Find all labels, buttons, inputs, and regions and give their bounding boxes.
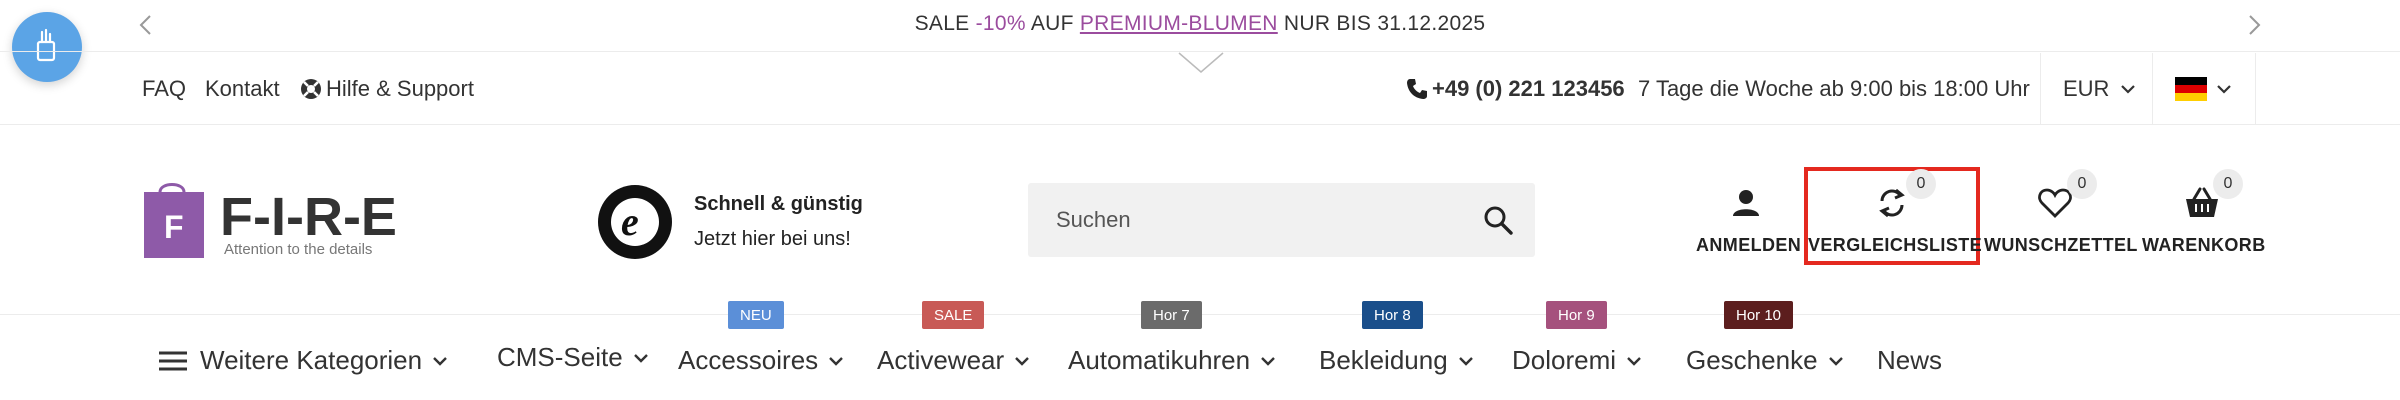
nav-item-accessoires[interactable]: NEU Accessoires: [678, 301, 844, 376]
cart-count-badge: 0: [2213, 169, 2243, 199]
search-button[interactable]: [1483, 205, 1513, 240]
announcement-next-button[interactable]: [2240, 10, 2270, 40]
chevron-down-icon: [1627, 356, 1641, 366]
shop-logo[interactable]: F F-I-R-E Attention to the details: [142, 180, 412, 260]
nav-label: Doloremi: [1512, 345, 1617, 375]
nav-label: Geschenke: [1686, 345, 1818, 375]
wishlist-label: WUNSCHZETTEL: [1984, 235, 2138, 255]
login-label: ANMELDEN: [1696, 235, 1802, 255]
language-select[interactable]: [2175, 77, 2231, 101]
chevron-right-icon: [2249, 15, 2261, 35]
faq-link[interactable]: FAQ: [142, 76, 186, 102]
announcement-text: SALE -10% AUF PREMIUM-BLUMEN NUR BIS 31.…: [0, 12, 2400, 36]
trusted-shops-badge[interactable]: e Schnell & günstig Jetzt hier bei uns!: [598, 185, 863, 259]
divider: [2040, 53, 2041, 125]
hamburger-menu-icon: [159, 351, 187, 370]
nav-label: Accessoires: [678, 345, 819, 375]
nav-item-news[interactable]: News: [1877, 345, 1942, 376]
nav-tag-badge: Hor 8: [1362, 301, 1423, 329]
search-input[interactable]: [1056, 183, 1476, 257]
search-icon: [1484, 206, 1513, 235]
svg-text:F-I-R-E: F-I-R-E: [220, 187, 397, 247]
nav-tag-badge: Hor 7: [1141, 301, 1202, 329]
cart-label: WARENKORB: [2142, 235, 2266, 255]
phone-contact[interactable]: +49 (0) 221 123456: [1406, 76, 1625, 102]
chevron-down-icon: [2121, 85, 2136, 94]
nav-label: Automatikuhren: [1068, 345, 1251, 375]
trusted-shops-title: Schnell & günstig: [694, 193, 863, 215]
contact-link[interactable]: Kontakt: [205, 76, 280, 102]
nav-item-geschenke[interactable]: Hor 10 Geschenke: [1686, 301, 1844, 376]
nav-tag-badge: Hor 10: [1724, 301, 1794, 329]
cart-button[interactable]: 0 WARENKORB: [2142, 169, 2266, 256]
divider: [2152, 53, 2153, 125]
nav-label: CMS-Seite: [497, 342, 623, 372]
chevron-down-icon: [1458, 356, 1473, 366]
announcement-link[interactable]: PREMIUM-BLUMEN: [1080, 12, 1278, 35]
svg-text:Attention to the details: Attention to the details: [224, 241, 372, 258]
help-support-link[interactable]: Hilfe & Support: [300, 76, 474, 102]
nav-label: Bekleidung: [1319, 345, 1448, 375]
wishlist-button[interactable]: 0 WUNSCHZETTEL: [1984, 169, 2138, 256]
compare-label: VERGLEICHSLISTE: [1808, 235, 1983, 255]
more-categories-menu[interactable]: Weitere Kategorien: [158, 345, 448, 376]
announcement-mid: AUF: [1025, 12, 1080, 35]
login-button[interactable]: ANMELDEN: [1696, 183, 1802, 256]
chevron-down-icon: [1261, 356, 1275, 366]
chevron-down-icon: [829, 356, 844, 366]
help-support-label: Hilfe & Support: [326, 76, 474, 101]
main-header: F F-I-R-E Attention to the details e Sch…: [0, 125, 2400, 315]
search-bar: [1028, 183, 1535, 257]
nav-item-doloremi[interactable]: Hor 9 Doloremi: [1512, 301, 1642, 376]
refresh-compare-icon: [1879, 188, 1905, 218]
currency-select[interactable]: EUR: [2063, 76, 2136, 102]
divider: [2255, 53, 2256, 125]
nav-item-automatikuhren[interactable]: Hor 7 Automatikuhren: [1068, 301, 1276, 376]
compare-count-badge: 0: [1906, 169, 1936, 199]
wishlist-count-badge: 0: [2067, 169, 2097, 199]
trusted-shops-e-icon: e: [598, 185, 672, 259]
more-categories-label: Weitere Kategorien: [200, 345, 423, 375]
heart-icon: [2038, 188, 2072, 218]
svg-text:F: F: [164, 209, 184, 245]
user-icon: [1733, 190, 1759, 216]
nav-tag-badge: NEU: [728, 301, 784, 329]
nav-item-cms-seite[interactable]: CMS-Seite: [497, 342, 649, 373]
announcement-prefix: SALE: [914, 12, 976, 35]
chevron-down-icon: [1015, 356, 1030, 366]
currency-value: EUR: [2063, 76, 2110, 101]
trusted-shops-subtitle: Jetzt hier bei uns!: [694, 228, 851, 250]
service-bar: FAQ Kontakt Hilfe & Support +49 (0) 221 …: [0, 53, 2400, 125]
lifebuoy-icon: [301, 79, 321, 99]
nav-label: News: [1877, 345, 1943, 375]
chevron-down-icon: [633, 353, 648, 363]
nav-label: Activewear: [877, 345, 1005, 375]
chevron-down-icon: [2217, 85, 2231, 94]
phone-icon: [1407, 79, 1427, 99]
phone-number: +49 (0) 221 123456: [1432, 76, 1625, 101]
category-nav: Weitere Kategorien CMS-Seite NEU Accesso…: [0, 301, 2400, 400]
opening-hours: 7 Tage die Woche ab 9:00 bis 18:00 Uhr: [1638, 76, 2030, 101]
nav-tag-badge: SALE: [922, 301, 985, 329]
nav-tag-badge: Hor 9: [1546, 301, 1607, 329]
chevron-down-icon: [433, 356, 447, 366]
chevron-down-icon: [1828, 356, 1843, 366]
svg-text:e: e: [621, 199, 639, 244]
announcement-suffix: NUR BIS 31.12.2025: [1277, 12, 1486, 35]
compare-list-button[interactable]: 0 VERGLEICHSLISTE: [1808, 169, 1983, 256]
announcement-bar: SALE -10% AUF PREMIUM-BLUMEN NUR BIS 31.…: [0, 0, 2400, 73]
nav-item-activewear[interactable]: SALE Activewear: [877, 301, 1030, 376]
germany-flag-icon: [2175, 77, 2207, 101]
nav-item-bekleidung[interactable]: Hor 8 Bekleidung: [1319, 301, 1474, 376]
fire-logo-icon: F F-I-R-E Attention to the details: [144, 183, 397, 258]
announcement-discount: -10%: [975, 12, 1026, 35]
